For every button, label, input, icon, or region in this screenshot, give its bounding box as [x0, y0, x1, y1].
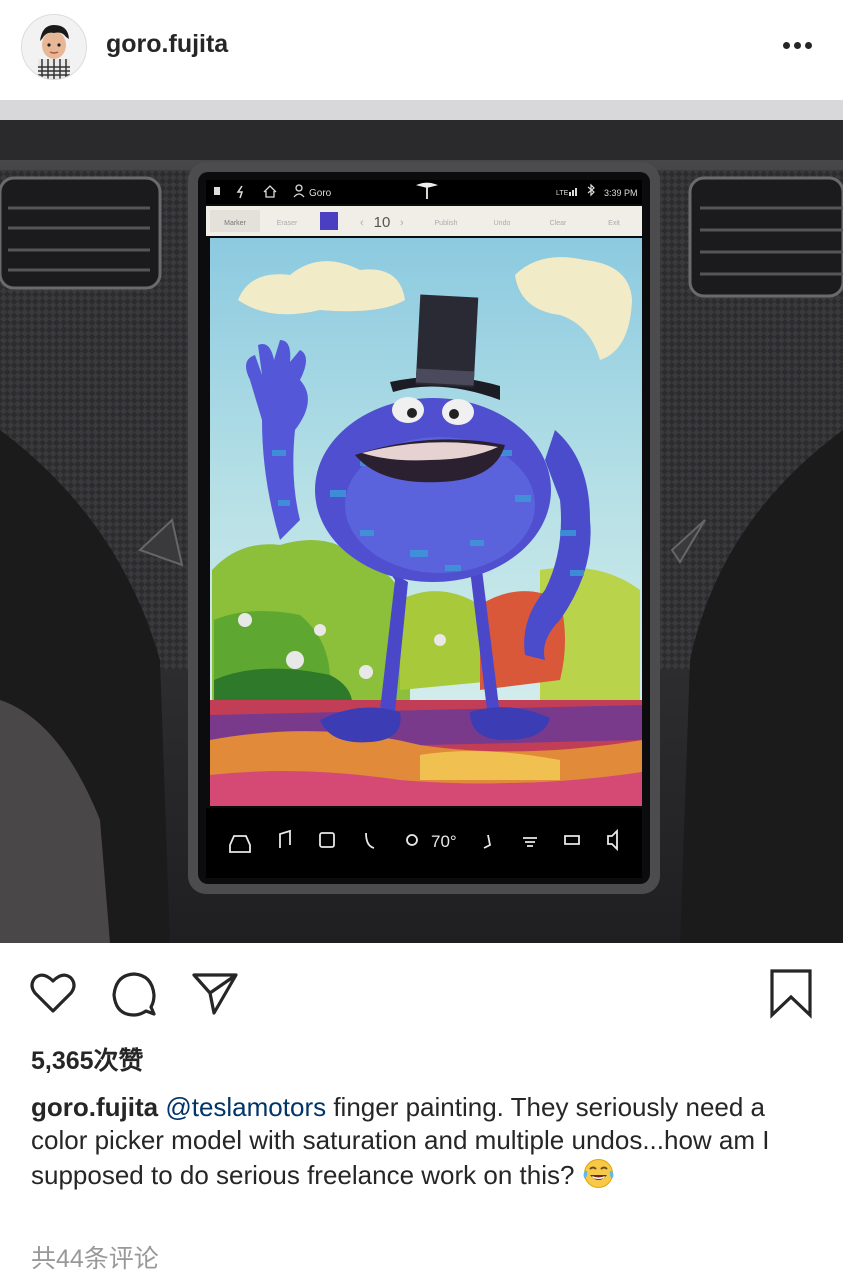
sketchpad-toolbar: Marker Eraser ‹ 10 › Publish Undo Clear …	[206, 206, 642, 236]
publish-button[interactable]: Publish	[435, 220, 458, 227]
left-air-vent	[0, 176, 162, 290]
tesla-network: LTE	[556, 190, 569, 197]
eraser-tool-label[interactable]: Eraser	[277, 220, 298, 227]
share-button[interactable]	[190, 967, 242, 1019]
heart-icon	[30, 973, 76, 1013]
face-with-tears-of-joy-icon	[583, 1159, 614, 1188]
post-username[interactable]: goro.fujita	[106, 30, 228, 59]
right-air-vent	[688, 176, 843, 298]
comment-bubble-icon	[112, 972, 156, 1017]
like-count[interactable]: 5,365次赞	[31, 1041, 144, 1077]
svg-text:›: ›	[400, 217, 404, 229]
paper-plane-icon	[192, 973, 238, 1015]
post-header: goro.fujita	[0, 0, 843, 100]
exit-button[interactable]: Exit	[608, 220, 620, 227]
tesla-user-name: Goro	[309, 188, 332, 199]
avatar[interactable]	[21, 14, 87, 80]
bookmark-icon	[770, 969, 812, 1019]
save-button[interactable]	[765, 967, 817, 1019]
more-dots-icon	[783, 42, 790, 49]
undo-button[interactable]: Undo	[494, 220, 511, 227]
more-options-button[interactable]	[775, 34, 819, 58]
post-caption: goro.fujita @teslamotors finger painting…	[31, 1091, 821, 1192]
caption-username[interactable]: goro.fujita	[31, 1092, 158, 1122]
brush-size-value[interactable]: 10	[374, 214, 391, 231]
view-all-comments-link[interactable]: 共44条评论	[31, 1239, 159, 1275]
clear-button[interactable]: Clear	[550, 220, 567, 227]
comment-button[interactable]	[108, 967, 160, 1019]
tesla-status-bar: Goro LTE 3:39 PM	[206, 180, 642, 204]
climate-temperature[interactable]: 70°	[431, 832, 457, 851]
action-bar	[0, 943, 843, 1043]
caption-mention[interactable]: @teslamotors	[165, 1092, 326, 1122]
more-dots-icon	[794, 42, 801, 49]
post-photo[interactable]: Goro LTE 3:39 PM Marker Eraser ‹ 10 › Pu…	[0, 100, 843, 943]
svg-text:‹: ‹	[360, 217, 364, 229]
more-dots-icon	[805, 42, 812, 49]
like-button[interactable]	[27, 967, 79, 1019]
marker-tool-label: Marker	[224, 220, 246, 227]
tesla-dock: 70°	[206, 808, 642, 878]
finger-painting-canvas[interactable]	[210, 238, 642, 806]
tesla-time: 3:39 PM	[604, 188, 638, 198]
brush-color-swatch[interactable]	[320, 212, 338, 230]
